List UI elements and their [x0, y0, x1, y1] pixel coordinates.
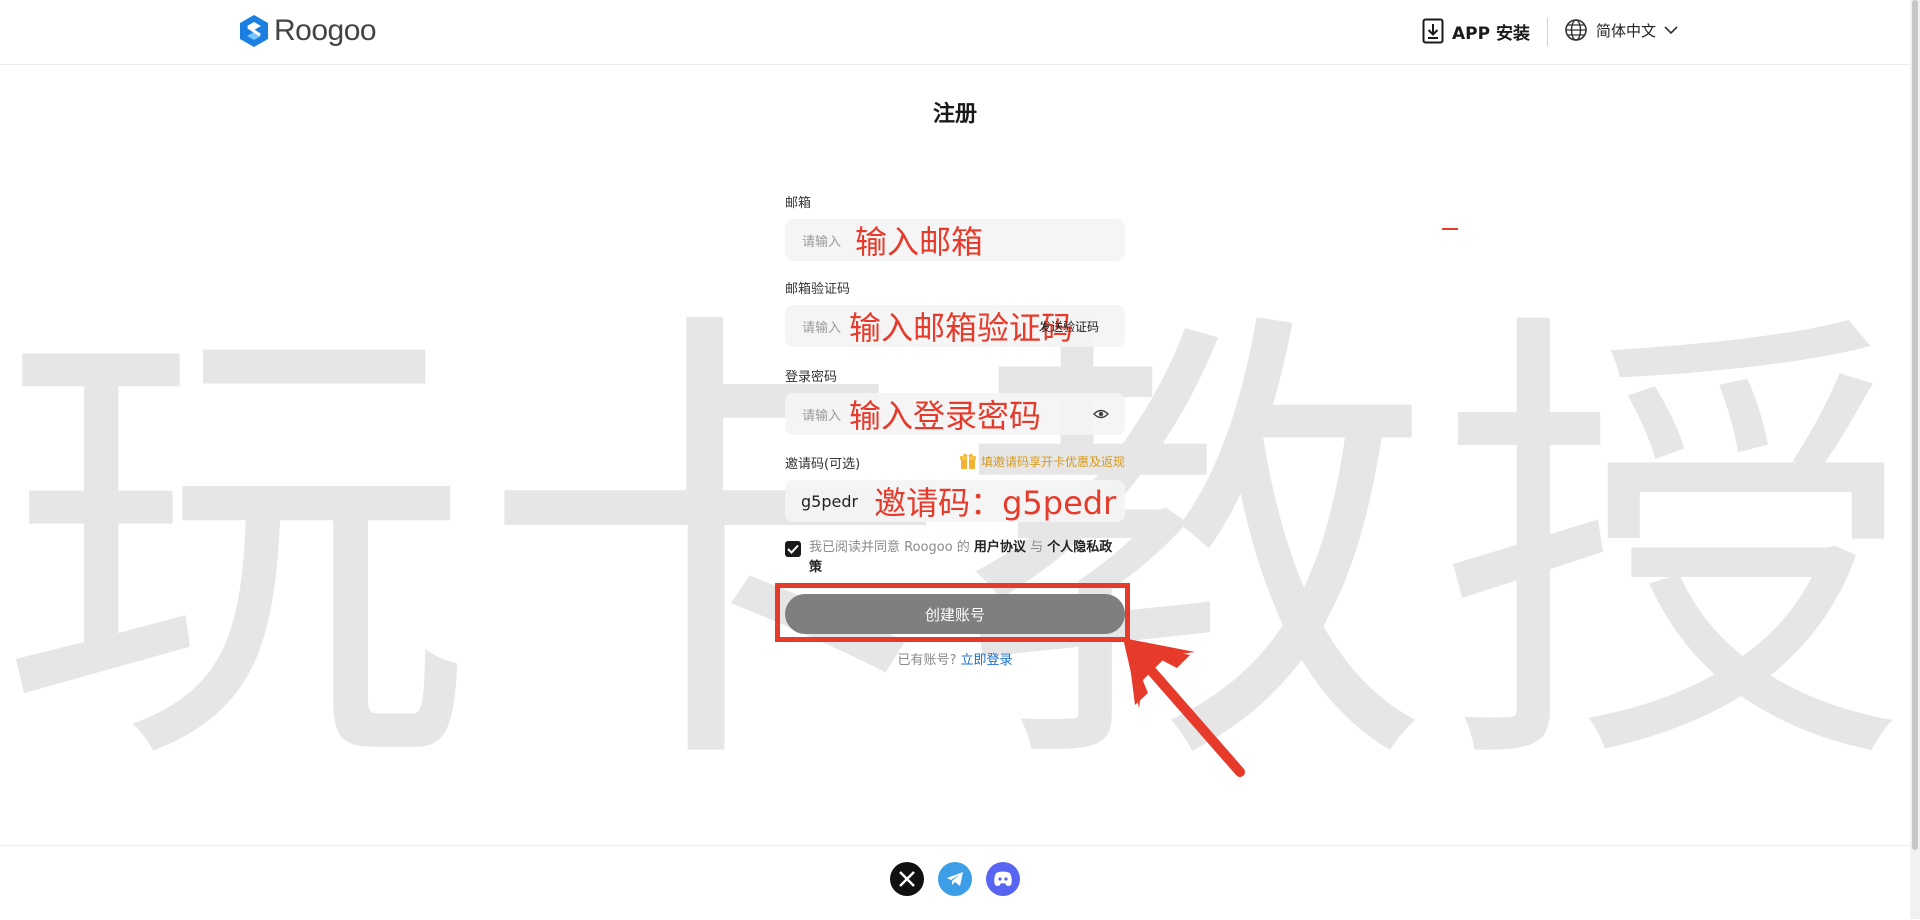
invite-promo[interactable]: 填邀请码享开卡优惠及返现 [959, 452, 1125, 470]
login-now-link[interactable]: 立即登录 [961, 653, 1013, 668]
paper-plane-icon [947, 872, 963, 886]
social-links [0, 862, 1910, 896]
checkmark-icon [787, 544, 799, 554]
email-input[interactable]: 请输入 输入邮箱 [785, 219, 1125, 261]
user-agreement-link[interactable]: 用户协议 [974, 540, 1026, 555]
login-prompt: 已有账号? 立即登录 [785, 649, 1125, 668]
page-title: 注册 [932, 102, 977, 127]
logo[interactable]: Roogoo [238, 14, 377, 48]
annotation-arrow-icon [1123, 638, 1245, 777]
have-account-text: 已有账号? [897, 653, 957, 668]
email-code-input[interactable]: 请输入 输入邮箱验证码 发送验证码 [785, 305, 1125, 347]
agreement-checkbox[interactable] [785, 541, 801, 557]
email-code-placeholder: 请输入 [802, 320, 842, 336]
password-label: 登录密码 [785, 370, 838, 385]
app-install-label: APP 安装 [1452, 23, 1530, 44]
telegram-icon[interactable] [938, 862, 972, 896]
email-placeholder: 请输入 [802, 234, 842, 250]
language-selector[interactable]: 简体中文 [1564, 18, 1678, 42]
scrollbar-thumb[interactable] [1912, 0, 1918, 850]
password-input[interactable]: 请输入 输入登录密码 [785, 393, 1125, 435]
password-placeholder: 请输入 [802, 408, 842, 424]
invite-value: g5pedr [801, 491, 859, 511]
chevron-down-icon [1664, 26, 1678, 35]
send-code-button[interactable]: 发送验证码 [1039, 318, 1099, 335]
page-scrollbar[interactable] [1910, 0, 1920, 919]
header-divider [1547, 18, 1548, 46]
watermark-char-1: 玩 [0, 276, 470, 823]
invite-annotation: 邀请码：g5pedr [874, 484, 1117, 522]
gift-icon [959, 453, 976, 469]
download-icon [1422, 18, 1444, 44]
agreement-and: 与 [1025, 540, 1048, 555]
invite-label: 邀请码(可选) [785, 457, 861, 472]
annotation-dash [1442, 228, 1458, 230]
roogoo-logo-icon [240, 15, 268, 47]
invite-promo-text: 填邀请码享开卡优惠及返现 [980, 454, 1125, 469]
logo-text: Roogoo [274, 14, 377, 47]
agreement-prefix: 我已阅读并同意 Roogoo 的 [809, 540, 974, 555]
invite-input[interactable]: g5pedr 邀请码：g5pedr [785, 480, 1125, 522]
email-code-label: 邮箱验证码 [785, 282, 851, 297]
email-label: 邮箱 [785, 196, 812, 211]
language-label: 简体中文 [1596, 21, 1657, 40]
app-install-button[interactable]: APP 安装 [1422, 18, 1530, 44]
watermark-char-4: 授 [1440, 276, 1910, 823]
x-logo-icon [899, 871, 915, 887]
agreement: 我已阅读并同意 Roogoo 的 用户协议 与 个人隐私政策 [785, 538, 1125, 578]
email-annotation: 输入邮箱 [855, 223, 984, 261]
header: Roogoo APP 安装 简体中文 [0, 0, 1910, 65]
discord-logo-icon [994, 871, 1012, 886]
x-icon[interactable] [890, 862, 924, 896]
footer [0, 845, 1910, 920]
agreement-text: 我已阅读并同意 Roogoo 的 用户协议 与 个人隐私政策 [785, 538, 1125, 578]
discord-icon[interactable] [986, 862, 1020, 896]
create-account-button[interactable]: 创建账号 [785, 594, 1125, 634]
globe-icon [1565, 19, 1587, 41]
password-annotation: 输入登录密码 [849, 397, 1042, 435]
eye-icon[interactable] [1093, 406, 1109, 422]
